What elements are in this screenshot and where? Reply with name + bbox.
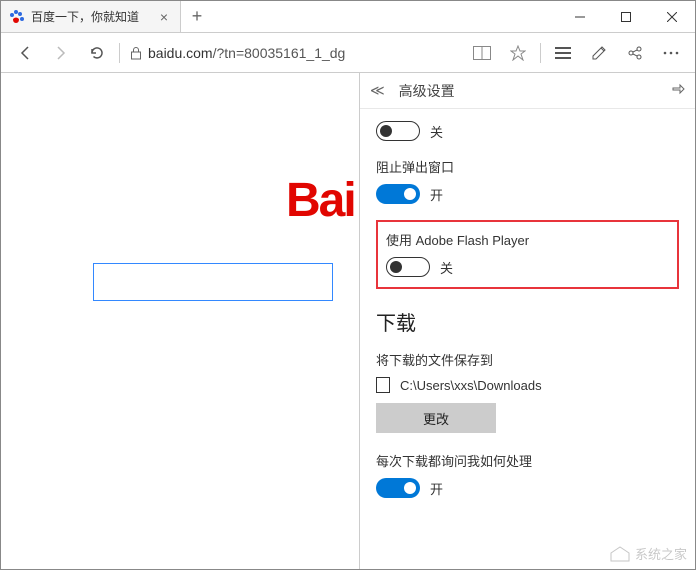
- settings-panel: ≪ 高级设置 关 阻止弹出窗口 开 使用 Adobe Flash Player …: [359, 73, 695, 569]
- change-button[interactable]: 更改: [376, 403, 496, 433]
- download-section-title: 下载: [376, 307, 679, 336]
- toggle-state: 关: [430, 122, 443, 141]
- toggle-switch[interactable]: [386, 257, 430, 277]
- separator: [119, 43, 120, 63]
- new-tab-button[interactable]: +: [181, 1, 213, 32]
- window-controls: [557, 1, 695, 32]
- ask-label: 每次下载都询问我如何处理: [376, 451, 679, 470]
- hub-icon[interactable]: [545, 35, 581, 71]
- download-path: C:\Users\xxs\Downloads: [400, 378, 542, 393]
- maximize-button[interactable]: [603, 1, 649, 32]
- more-icon[interactable]: [653, 35, 689, 71]
- setting-row: 关: [376, 121, 679, 141]
- address-bar[interactable]: baidu.com/?tn=80035161_1_dg: [148, 45, 464, 61]
- back-chevron-icon[interactable]: ≪: [370, 82, 385, 99]
- forward-button[interactable]: [43, 35, 79, 71]
- folder-icon: [376, 377, 390, 393]
- toggle-state: 开: [430, 185, 443, 204]
- panel-header: ≪ 高级设置: [360, 73, 695, 109]
- save-to-label: 将下载的文件保存到: [376, 350, 679, 369]
- toggle-switch[interactable]: [376, 478, 420, 498]
- block-popup-setting: 阻止弹出窗口 开: [376, 157, 679, 204]
- watermark: 系统之家: [609, 544, 687, 563]
- browser-tab[interactable]: 百度一下，你就知道 ×: [1, 1, 181, 32]
- close-tab-icon[interactable]: ×: [156, 9, 172, 25]
- toggle-state: 开: [430, 479, 443, 498]
- tab-title: 百度一下，你就知道: [31, 8, 156, 25]
- separator: [540, 43, 541, 63]
- url-host: baidu.com: [148, 45, 213, 61]
- toolbar: baidu.com/?tn=80035161_1_dg: [1, 33, 695, 73]
- toggle-state: 关: [440, 258, 453, 277]
- refresh-button[interactable]: [79, 35, 115, 71]
- lock-icon[interactable]: [124, 46, 148, 60]
- toggle-switch[interactable]: [376, 121, 420, 141]
- share-icon[interactable]: [617, 35, 653, 71]
- toggle-switch[interactable]: [376, 184, 420, 204]
- pin-icon[interactable]: [671, 82, 685, 99]
- panel-body: 关 阻止弹出窗口 开 使用 Adobe Flash Player 关 下载 将下…: [360, 109, 695, 510]
- setting-label: 使用 Adobe Flash Player: [386, 230, 669, 249]
- download-path-row: C:\Users\xxs\Downloads: [376, 377, 679, 393]
- titlebar-spacer: [213, 1, 557, 32]
- flash-setting-highlight: 使用 Adobe Flash Player 关: [376, 220, 679, 289]
- baidu-favicon: [9, 9, 25, 25]
- reading-view-icon[interactable]: [464, 35, 500, 71]
- minimize-button[interactable]: [557, 1, 603, 32]
- close-window-button[interactable]: [649, 1, 695, 32]
- panel-title: 高级设置: [399, 81, 671, 101]
- search-input[interactable]: [93, 263, 333, 301]
- setting-label: 阻止弹出窗口: [376, 157, 679, 176]
- baidu-logo: Bai: [286, 173, 355, 228]
- favorite-icon[interactable]: [500, 35, 536, 71]
- notes-icon[interactable]: [581, 35, 617, 71]
- titlebar: 百度一下，你就知道 × +: [1, 1, 695, 33]
- back-button[interactable]: [7, 35, 43, 71]
- url-path: /?tn=80035161_1_dg: [213, 45, 346, 61]
